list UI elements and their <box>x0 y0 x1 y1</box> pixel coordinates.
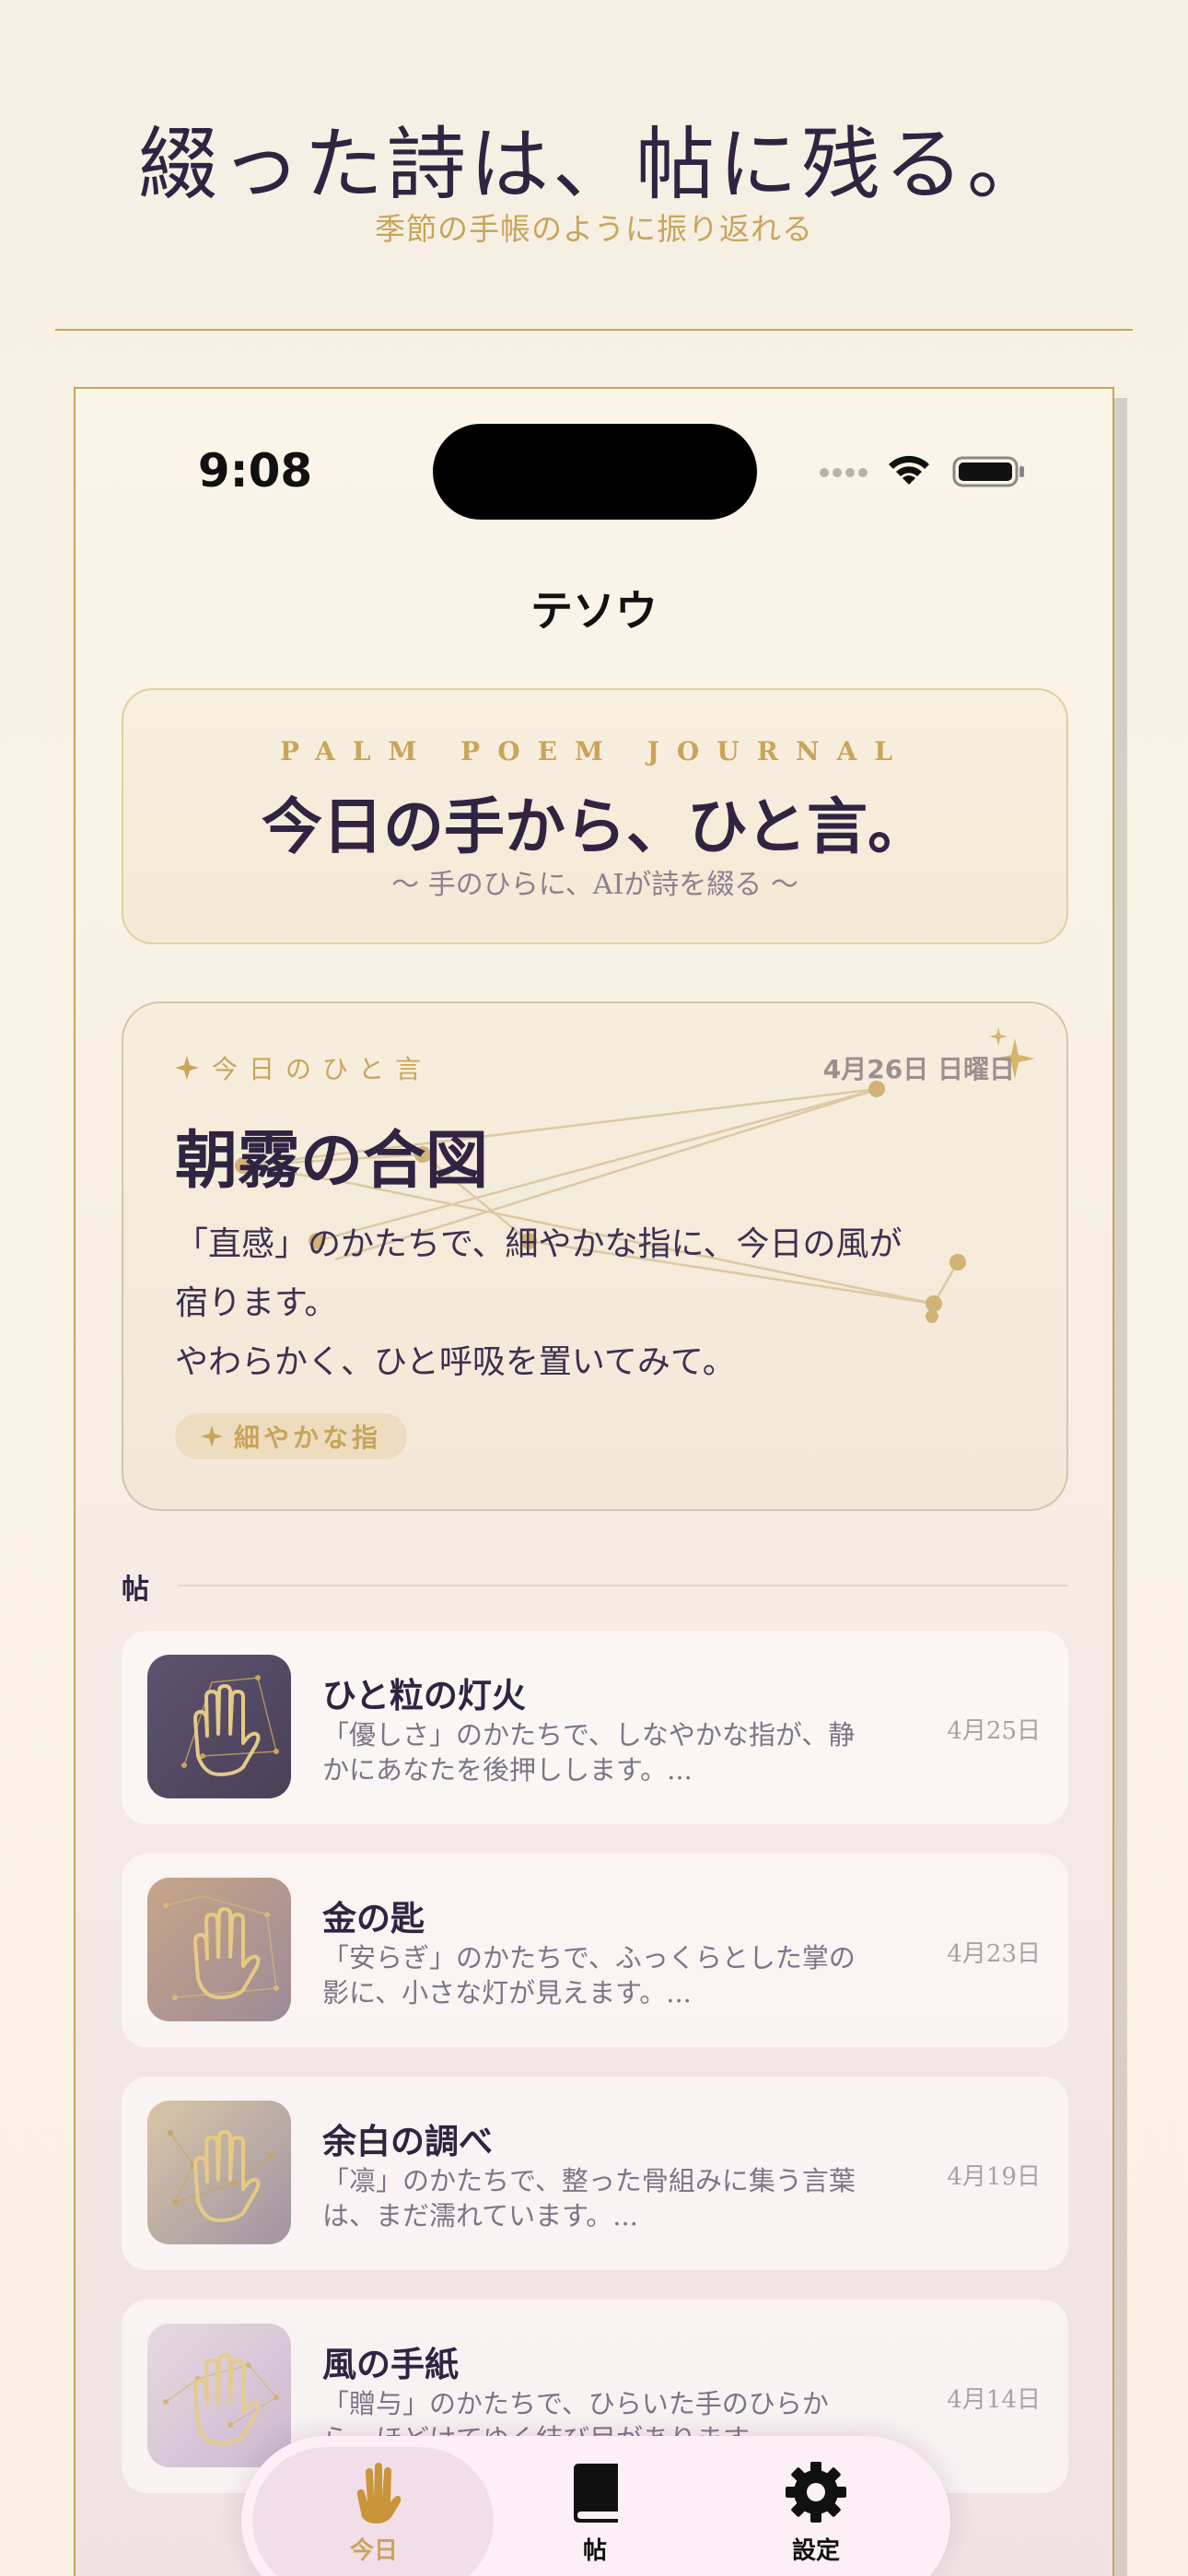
today-poem-title: 朝霧の合図 <box>175 1124 489 1198</box>
tab-label: 今日 <box>349 2537 398 2565</box>
tab-label: 帖 <box>582 2537 607 2565</box>
entry-excerpt: 「凛」のかたちで、整った骨組みに集う言葉は、まだ濡れています。... <box>322 2165 856 2231</box>
poem-line: 「直感」のかたちで、細やかな指に、今日の風が <box>175 1225 903 1263</box>
entry-thumbnail <box>147 2324 291 2467</box>
entry-title: ひと粒の灯火 <box>322 1675 526 1715</box>
hero-card: PALM POEM JOURNAL 今日の手から、ひと言。 〜 手のひらに、AI… <box>122 688 1068 944</box>
banner-subtitle: 季節の手帳のように振り返れる <box>375 211 813 247</box>
today-poem-body: 「直感」のかたちで、細やかな指に、今日の風が 宿ります。 やわらかく、ひと呼吸を… <box>175 1215 1004 1392</box>
entry-excerpt: 「安らぎ」のかたちで、ふっくらとした掌の影に、小さな灯が見えます。... <box>322 1942 856 2008</box>
device-screen: 9:08 テソウ PALM POEM JOURNAL 今日の手から、ひと言。 〜… <box>74 387 1114 2576</box>
journal-entry[interactable]: ひと粒の灯火 「優しさ」のかたちで、しなやかな指が、静かにあなたを後押しします。… <box>122 1631 1068 1824</box>
sparkle-icon <box>201 1425 223 1447</box>
app-title: テソウ <box>530 586 658 636</box>
palm-thumbnail-icon <box>147 2324 291 2467</box>
journal-entry[interactable]: 金の匙 「安らぎ」のかたちで、ふっくらとした掌の影に、小さな灯が見えます。...… <box>122 1854 1068 2047</box>
banner-title: 綴った詩は、帖に残る。 <box>138 119 1050 211</box>
book-icon <box>574 2464 618 2523</box>
today-label-text: 今日のひと言 <box>212 1054 433 1084</box>
trait-chip[interactable]: 細やかな指 <box>175 1413 408 1459</box>
gear-icon <box>786 2462 846 2523</box>
entry-thumbnail <box>147 2101 291 2244</box>
entry-date: 4月19日 <box>947 2163 1041 2191</box>
palm-thumbnail-icon <box>147 2101 291 2244</box>
entry-title: 余白の調べ <box>322 2121 493 2161</box>
entry-title: 風の手紙 <box>322 2344 459 2384</box>
hero-subtitle: 〜 手のひらに、AIが詩を綴る 〜 <box>391 869 798 901</box>
poem-line: やわらかく、ひと呼吸を置いてみて。 <box>175 1343 736 1381</box>
today-date: 4月26日 日曜日 <box>822 1054 1015 1084</box>
poem-line: 宿ります。 <box>175 1284 338 1322</box>
section-label: 帖 <box>122 1574 149 1606</box>
tab-label: 設定 <box>791 2537 840 2565</box>
dynamic-island <box>433 424 757 520</box>
wifi-icon <box>889 455 929 485</box>
palm-thumbnail-icon <box>147 1878 291 2021</box>
cellular-signal-icon <box>820 468 868 477</box>
entry-thumbnail <box>147 1878 291 2021</box>
sparkle-icon <box>175 1056 199 1080</box>
palm-thumbnail-icon <box>147 1655 291 1798</box>
entry-title: 金の匙 <box>322 1898 425 1938</box>
hand-icon <box>356 2463 402 2523</box>
hero-eyebrow: PALM POEM JOURNAL <box>279 736 911 767</box>
entry-excerpt: 「優しさ」のかたちで、しなやかな指が、静かにあなたを後押しします。... <box>322 1719 856 1786</box>
banner-divider <box>55 329 1133 331</box>
tab-today[interactable]: 今日 <box>282 2460 466 2576</box>
entry-date: 4月25日 <box>947 1717 1041 1745</box>
today-card[interactable]: 今日のひと言 4月26日 日曜日 朝霧の合図 「直感」のかたちで、細やかな指に、… <box>122 1001 1068 1511</box>
journal-section-header: 帖 <box>122 1566 1068 1606</box>
entry-thumbnail <box>147 1655 291 1798</box>
trait-chip-label: 細やかな指 <box>234 1423 382 1453</box>
section-divider <box>179 1585 1068 1587</box>
tab-journal[interactable]: 帖 <box>503 2460 687 2576</box>
tab-settings[interactable]: 設定 <box>724 2460 908 2576</box>
status-time: 9:08 <box>197 444 313 498</box>
battery-icon <box>952 456 1024 487</box>
entry-date: 4月14日 <box>947 2386 1041 2414</box>
hero-title: 今日の手から、ひと言。 <box>261 790 929 862</box>
today-label: 今日のひと言 <box>175 1049 432 1086</box>
journal-entry[interactable]: 余白の調べ 「凛」のかたちで、整った骨組みに集う言葉は、まだ濡れています。...… <box>122 2077 1068 2270</box>
tab-bar: 今日 帖 設定 <box>241 2436 950 2576</box>
entry-date: 4月23日 <box>947 1940 1041 1968</box>
